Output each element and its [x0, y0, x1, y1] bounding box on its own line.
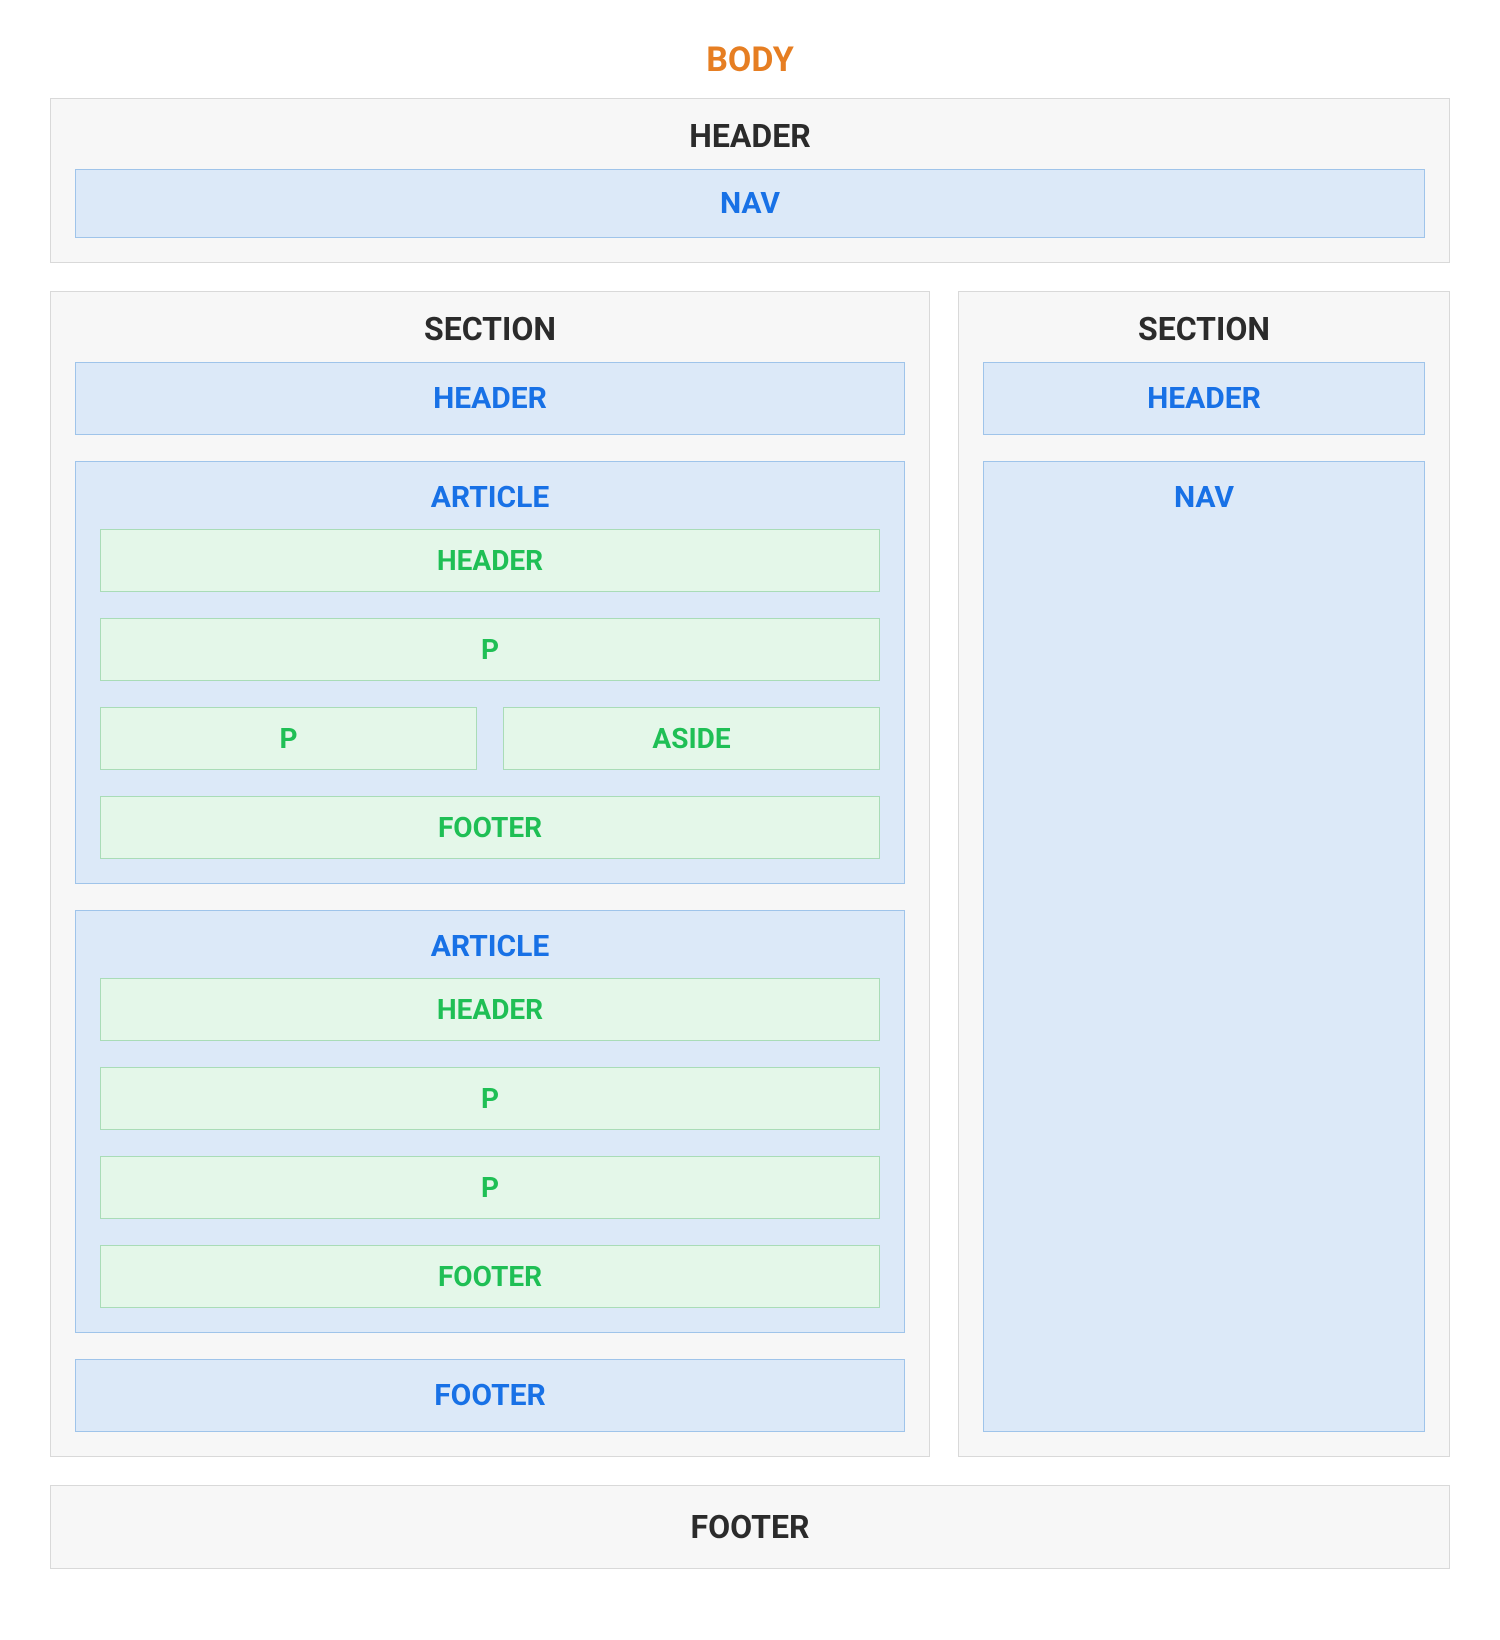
article2-header-label: HEADER [111, 993, 869, 1026]
body-label: BODY [50, 40, 1450, 80]
top-nav-label: NAV [86, 186, 1414, 221]
left-section-label: SECTION [75, 310, 905, 348]
left-section-stack: HEADER ARTICLE HEADER P P [75, 362, 905, 1432]
left-section-box: SECTION HEADER ARTICLE HEADER P [50, 291, 930, 1457]
article1-p1-box: P [100, 618, 880, 681]
bottom-footer-label: FOOTER [75, 1508, 1425, 1546]
article2-p1-box: P [100, 1067, 880, 1130]
article1-p1-label: P [111, 633, 869, 666]
article2-p2-box: P [100, 1156, 880, 1219]
article2-box: ARTICLE HEADER P P FOOTER [75, 910, 905, 1333]
right-section-label: SECTION [983, 310, 1425, 348]
article1-box: ARTICLE HEADER P P [75, 461, 905, 884]
top-header-box: HEADER NAV [50, 98, 1450, 263]
left-section-footer-box: FOOTER [75, 1359, 905, 1432]
bottom-footer-box: FOOTER [50, 1485, 1450, 1569]
article1-p2-label: P [111, 722, 466, 755]
article1-footer-label: FOOTER [111, 811, 869, 844]
right-section-header-label: HEADER [994, 381, 1414, 416]
top-header-label: HEADER [75, 117, 1425, 155]
article2-p1-label: P [111, 1082, 869, 1115]
article1-header-box: HEADER [100, 529, 880, 592]
left-section-footer-label: FOOTER [86, 1378, 894, 1413]
article1-aside-box: ASIDE [503, 707, 880, 770]
article2-p2-label: P [111, 1171, 869, 1204]
left-section-header-label: HEADER [86, 381, 894, 416]
right-section-stack: HEADER NAV [983, 362, 1425, 1432]
article1-aside-label: ASIDE [514, 722, 869, 755]
diagram-canvas: BODY HEADER NAV SECTION HEADER ARTICLE [0, 0, 1500, 1629]
article1-header-label: HEADER [111, 544, 869, 577]
article2-stack: HEADER P P FOOTER [100, 978, 880, 1308]
article1-p2-box: P [100, 707, 477, 770]
article1-p-aside-row: P ASIDE [100, 707, 880, 770]
article1-footer-box: FOOTER [100, 796, 880, 859]
right-section-nav-label: NAV [1006, 480, 1402, 515]
article2-footer-label: FOOTER [111, 1260, 869, 1293]
right-section-box: SECTION HEADER NAV [958, 291, 1450, 1457]
article2-label: ARTICLE [100, 929, 880, 964]
left-section-header-box: HEADER [75, 362, 905, 435]
article2-header-box: HEADER [100, 978, 880, 1041]
right-section-nav-box: NAV [983, 461, 1425, 1432]
article1-stack: HEADER P P ASIDE [100, 529, 880, 859]
middle-row: SECTION HEADER ARTICLE HEADER P [50, 291, 1450, 1457]
top-nav-box: NAV [75, 169, 1425, 238]
article1-label: ARTICLE [100, 480, 880, 515]
right-section-header-box: HEADER [983, 362, 1425, 435]
article2-footer-box: FOOTER [100, 1245, 880, 1308]
